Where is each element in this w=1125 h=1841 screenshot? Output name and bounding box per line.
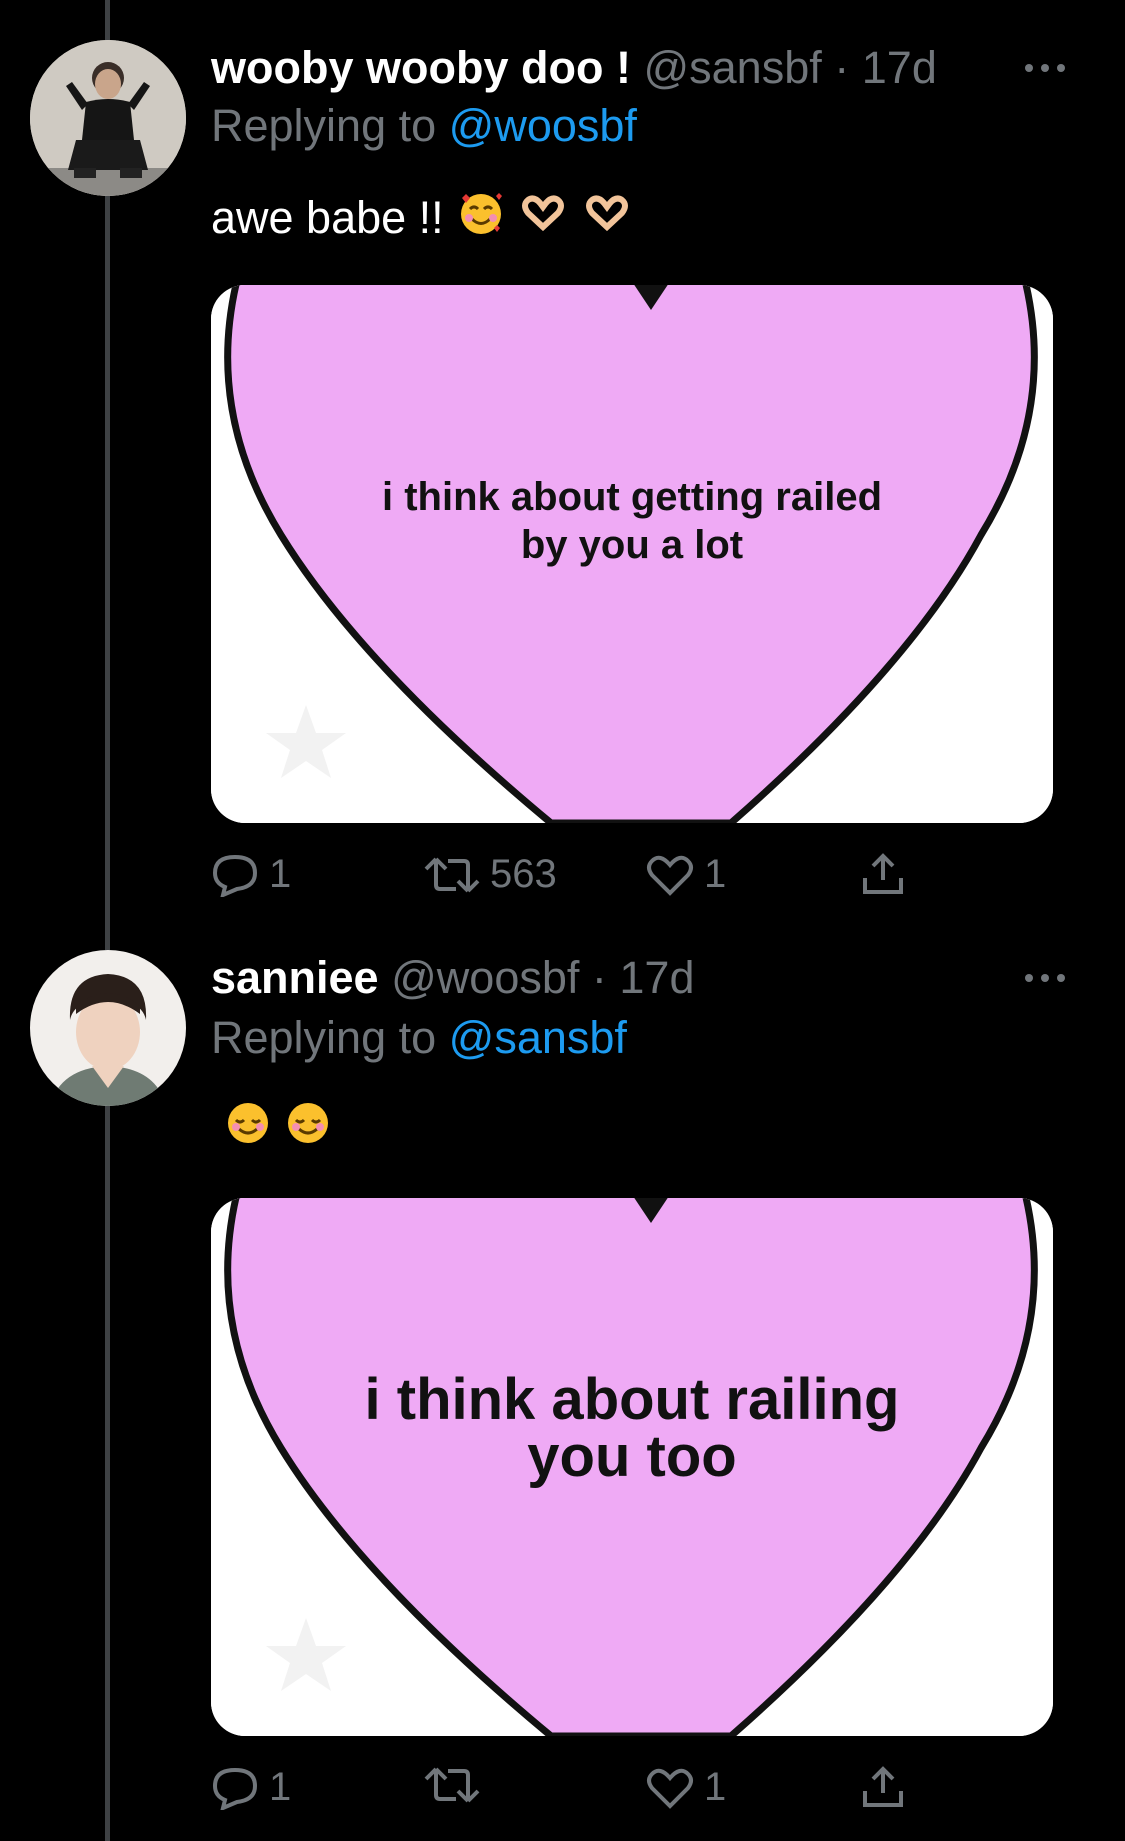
- avatar[interactable]: [30, 40, 186, 196]
- like-button[interactable]: 1: [646, 1765, 726, 1810]
- tweet-1[interactable]: wooby wooby doo ! @sansbf · 17d Replying…: [0, 0, 1125, 940]
- tweet-text-content: awe babe !!: [211, 192, 444, 243]
- heart-icon: [647, 855, 693, 896]
- tweet-image[interactable]: i think about railing you too: [211, 1198, 1053, 1736]
- tweet-image[interactable]: i think about getting railed by you a lo…: [211, 285, 1053, 823]
- share-button[interactable]: [861, 852, 905, 896]
- user-handle[interactable]: @sansbf: [643, 42, 821, 93]
- smiling-face-icon: [225, 1100, 271, 1157]
- tweet-text: awe babe !!: [211, 190, 632, 246]
- smiling-face-icon: [285, 1100, 331, 1157]
- more-options-icon[interactable]: [1025, 972, 1065, 984]
- share-icon: [863, 1766, 903, 1807]
- like-count: 1: [704, 1765, 727, 1809]
- retweet-button[interactable]: 563: [424, 852, 557, 897]
- tweet-header: sanniee @woosbf · 17d: [211, 952, 695, 1004]
- heart-icon: [647, 1768, 693, 1809]
- replying-to: Replying to @sansbf: [211, 1012, 627, 1064]
- share-button[interactable]: [861, 1765, 905, 1809]
- display-name[interactable]: wooby wooby doo !: [211, 42, 631, 93]
- tweet-2[interactable]: sanniee @woosbf · 17d Replying to @sansb…: [0, 940, 1125, 1841]
- like-count: 1: [704, 852, 727, 896]
- tweet-text: [211, 1100, 331, 1156]
- replying-to-mention[interactable]: @woosbf: [449, 100, 637, 151]
- retweet-count: 563: [490, 852, 557, 896]
- replying-to: Replying to @woosbf: [211, 100, 637, 152]
- replying-to-label: Replying to: [211, 1012, 437, 1063]
- reply-count: 1: [269, 852, 292, 896]
- share-icon: [863, 853, 903, 894]
- image-caption-line-1: i think about getting railed: [382, 475, 882, 519]
- tweet-header: wooby wooby doo ! @sansbf · 17d: [211, 42, 937, 94]
- reply-button[interactable]: 1: [211, 1765, 291, 1810]
- smiling-face-with-hearts-icon: [458, 190, 504, 247]
- retweet-icon: [424, 1767, 480, 1803]
- retweet-button[interactable]: [424, 1765, 490, 1805]
- tweet-actions: 1 1: [211, 1765, 911, 1815]
- reply-icon: [212, 854, 258, 897]
- reply-icon: [212, 1767, 258, 1810]
- tweet-actions: 1 563 1: [211, 852, 911, 902]
- like-button[interactable]: 1: [646, 852, 726, 897]
- timestamp[interactable]: 17d: [862, 42, 937, 93]
- avatar[interactable]: [30, 950, 186, 1106]
- display-name[interactable]: sanniee: [211, 952, 379, 1003]
- heart-hands-icon: [518, 192, 568, 244]
- timestamp[interactable]: 17d: [619, 952, 694, 1003]
- user-handle[interactable]: @woosbf: [391, 952, 579, 1003]
- image-caption-line-2: by you a lot: [520, 523, 744, 567]
- more-options-icon[interactable]: [1025, 62, 1065, 74]
- separator: ·: [834, 42, 850, 93]
- retweet-icon: [424, 857, 480, 892]
- replying-to-label: Replying to: [211, 100, 437, 151]
- image-caption-line-2: you too: [527, 1424, 737, 1489]
- replying-to-mention[interactable]: @sansbf: [449, 1012, 627, 1063]
- heart-hands-icon: [582, 192, 632, 244]
- avatar-photo: [30, 950, 186, 1106]
- separator: ·: [591, 952, 607, 1003]
- reply-count: 1: [269, 1765, 292, 1809]
- reply-button[interactable]: 1: [211, 852, 291, 897]
- avatar-photo: [30, 40, 186, 196]
